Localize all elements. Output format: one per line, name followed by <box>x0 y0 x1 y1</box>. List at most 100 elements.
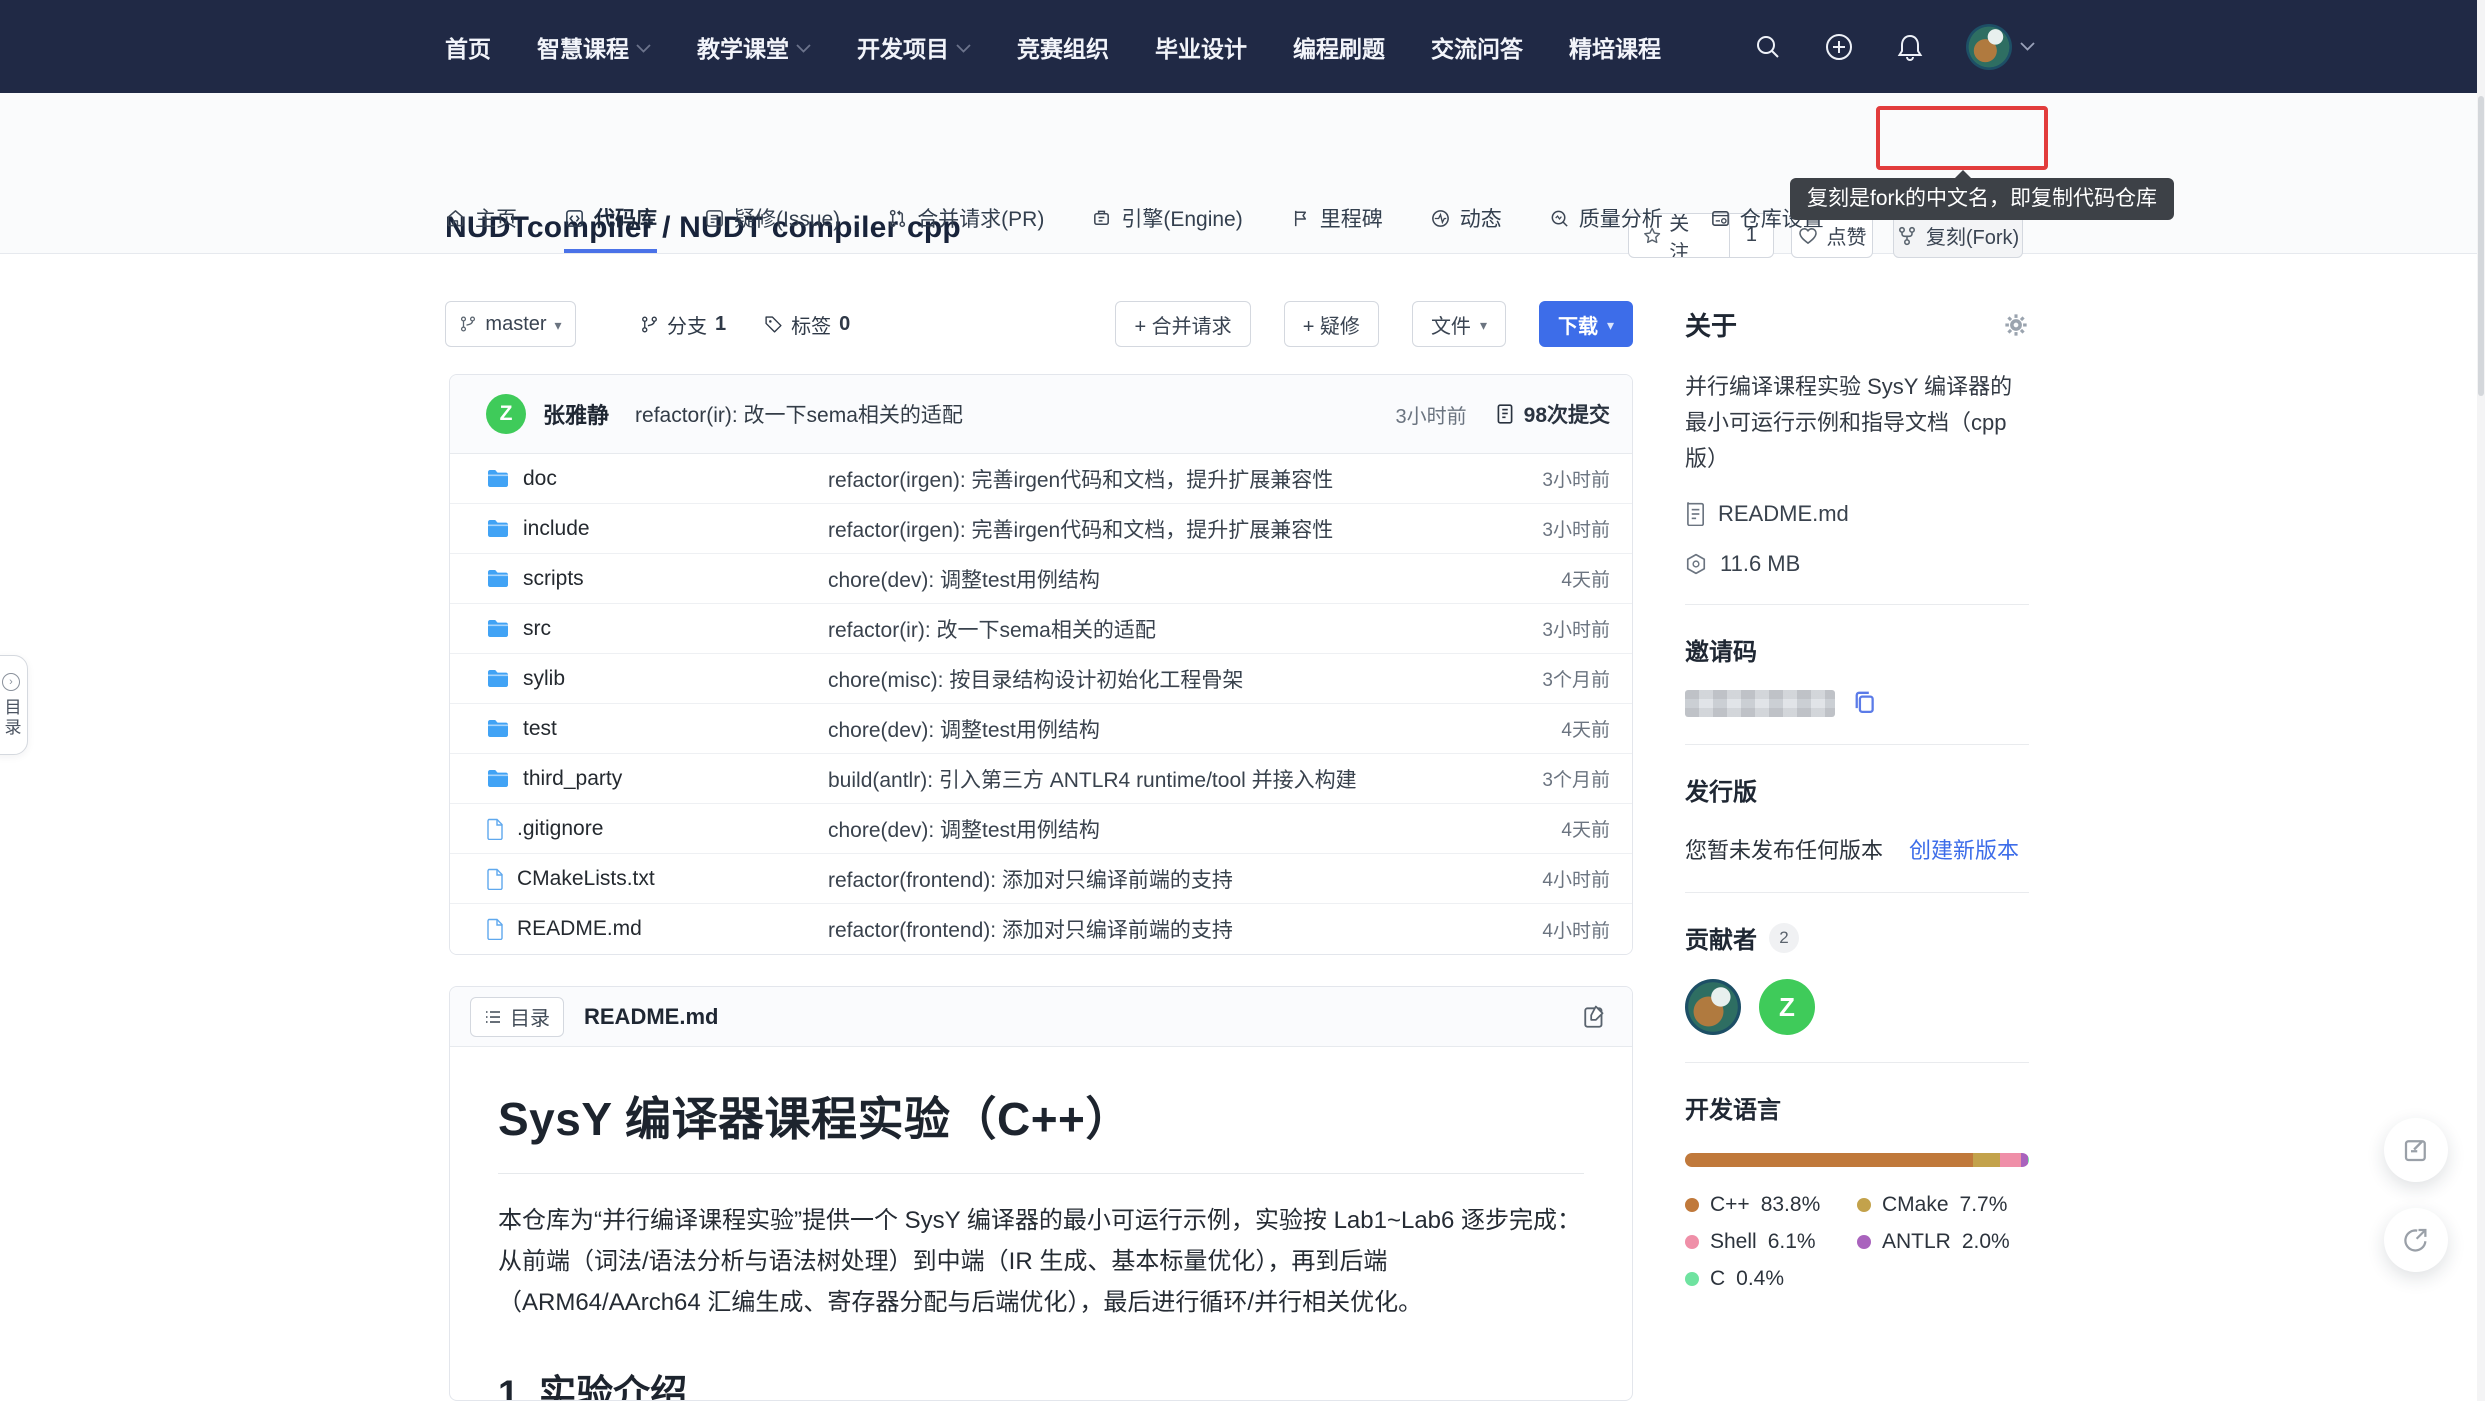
user-avatar[interactable] <box>1966 24 2012 70</box>
share-button[interactable] <box>2384 1208 2448 1272</box>
file-commit-message[interactable]: refactor(ir): 改一下sema相关的适配 <box>828 614 1156 644</box>
file-name[interactable]: .gitignore <box>517 817 603 841</box>
table-row[interactable]: test chore(dev): 调整test用例结构 4天前 <box>450 704 1632 754</box>
committer-avatar[interactable]: Z <box>486 394 526 434</box>
folder-icon <box>486 619 510 639</box>
top-navbar: 首页 智慧课程 教学课堂 开发项目 竞赛组织 毕业设计 编程刷题 交流问答 精培… <box>0 0 2485 93</box>
file-commit-message[interactable]: chore(misc): 按目录结构设计初始化工程骨架 <box>828 664 1243 694</box>
table-row[interactable]: include refactor(irgen): 完善irgen代码和文档，提升… <box>450 504 1632 554</box>
file-commit-message[interactable]: refactor(frontend): 添加对只编译前端的支持 <box>828 914 1233 944</box>
table-row[interactable]: README.md refactor(frontend): 添加对只编译前端的支… <box>450 904 1632 954</box>
search-icon[interactable] <box>1753 32 1783 62</box>
table-row[interactable]: doc refactor(irgen): 完善irgen代码和文档，提升扩展兼容… <box>450 454 1632 504</box>
avatar[interactable] <box>1685 979 1741 1035</box>
readme-paragraph: 从前端（词法/语法分析与语法树处理）到中端（IR 生成、基本标量优化），再到后端… <box>498 1241 1584 1323</box>
language-legend-item: ANTLR2.0% <box>1857 1230 2029 1254</box>
nav-item-teaching[interactable]: 教学课堂 <box>697 30 811 64</box>
readme-paragraph: 本仓库为“并行编译课程实验”提供一个 SysY 编译器的最小可运行示例，实验按 … <box>498 1200 1584 1241</box>
branch-icon <box>459 315 477 333</box>
file-time: 4天前 <box>1561 715 1610 742</box>
tab-issues[interactable]: 疑修(Issue) <box>704 203 840 253</box>
repo-tabs: 主页 代码库 疑修(Issue) 合并请求(PR) 引擎(Engine) 里程碑 <box>445 203 1824 253</box>
file-commit-message[interactable]: refactor(irgen): 完善irgen代码和文档，提升扩展兼容性 <box>828 464 1333 494</box>
user-menu[interactable] <box>1966 24 2035 70</box>
nav-item-smart-courses[interactable]: 智慧课程 <box>537 30 651 64</box>
gear-icon[interactable] <box>2003 312 2029 338</box>
table-row[interactable]: .gitignore chore(dev): 调整test用例结构 4天前 <box>450 804 1632 854</box>
scrollbar-thumb[interactable] <box>2478 96 2484 396</box>
contributors-count-badge: 2 <box>1769 923 1799 953</box>
chevron-down-icon: ▾ <box>1607 317 1614 334</box>
language-legend-item: Shell6.1% <box>1685 1230 1857 1254</box>
nav-item-graduation[interactable]: 毕业设计 <box>1155 30 1247 64</box>
releases-empty-text: 您暂未发布任何版本 <box>1685 833 1883 865</box>
nav-item-home[interactable]: 首页 <box>445 30 491 64</box>
repo-settings-icon <box>1710 208 1731 229</box>
table-row[interactable]: src refactor(ir): 改一下sema相关的适配 3小时前 <box>450 604 1632 654</box>
table-row[interactable]: third_party build(antlr): 引入第三方 ANTLR4 r… <box>450 754 1632 804</box>
tab-pull-requests[interactable]: 合并请求(PR) <box>887 203 1044 253</box>
nav-item-qa[interactable]: 交流问答 <box>1431 30 1523 64</box>
file-commit-message[interactable]: chore(dev): 调整test用例结构 <box>828 564 1100 594</box>
new-issue-button[interactable]: + 疑修 <box>1284 301 1379 347</box>
download-button[interactable]: 下载▾ <box>1539 301 1633 347</box>
commit-author[interactable]: 张雅静 <box>543 398 609 430</box>
file-name[interactable]: third_party <box>523 767 622 791</box>
file-name[interactable]: src <box>523 617 551 641</box>
table-row[interactable]: CMakeLists.txt refactor(frontend): 添加对只编… <box>450 854 1632 904</box>
toc-button[interactable]: 目录 <box>470 997 564 1037</box>
file-name[interactable]: scripts <box>523 567 584 591</box>
file-name[interactable]: doc <box>523 467 557 491</box>
file-time: 4小时前 <box>1542 916 1610 943</box>
file-menu-button[interactable]: 文件▾ <box>1412 301 1506 347</box>
feedback-button[interactable] <box>2384 1118 2448 1182</box>
table-row[interactable]: sylib chore(misc): 按目录结构设计初始化工程骨架 3个月前 <box>450 654 1632 704</box>
fork-tooltip: 复刻是fork的中文名，即复制代码仓库 <box>1790 178 2174 220</box>
table-row[interactable]: scripts chore(dev): 调整test用例结构 4天前 <box>450 554 1632 604</box>
branch-selector[interactable]: master ▾ <box>445 301 576 347</box>
commit-message[interactable]: refactor(ir): 改一下sema相关的适配 <box>635 399 963 429</box>
tab-quality[interactable]: 质量分析 <box>1549 203 1663 253</box>
file-name[interactable]: include <box>523 517 590 541</box>
file-name[interactable]: README.md <box>517 917 642 941</box>
latest-commit-bar: Z 张雅静 refactor(ir): 改一下sema相关的适配 3小时前 98… <box>450 375 1632 454</box>
tab-engine[interactable]: 引擎(Engine) <box>1091 203 1242 253</box>
edit-icon[interactable] <box>1582 1004 1608 1030</box>
tab-milestones[interactable]: 里程碑 <box>1290 203 1383 253</box>
file-time: 4天前 <box>1561 565 1610 592</box>
nav-item-training[interactable]: 精培课程 <box>1569 30 1661 64</box>
plus-circle-icon[interactable] <box>1824 32 1854 62</box>
new-pr-button[interactable]: + 合并请求 <box>1115 301 1250 347</box>
file-commit-message[interactable]: refactor(irgen): 完善irgen代码和文档，提升扩展兼容性 <box>828 514 1333 544</box>
toc-side-tab-label: 目录 <box>0 698 24 738</box>
nav-item-competitions[interactable]: 竞赛组织 <box>1017 30 1109 64</box>
tab-activity[interactable]: 动态 <box>1430 203 1502 253</box>
language-legend-item: C++83.8% <box>1685 1193 1857 1217</box>
tab-home[interactable]: 主页 <box>445 203 517 253</box>
file-commit-message[interactable]: chore(dev): 调整test用例结构 <box>828 714 1100 744</box>
nav-menu: 首页 智慧课程 教学课堂 开发项目 竞赛组织 毕业设计 编程刷题 交流问答 精培… <box>445 30 1661 64</box>
bell-icon[interactable] <box>1895 32 1925 62</box>
commits-history-icon <box>1495 403 1515 425</box>
branches-stat[interactable]: 分支1 <box>640 310 726 339</box>
tags-stat[interactable]: 标签0 <box>764 310 850 339</box>
toc-side-tab[interactable]: › 目录 <box>0 655 28 755</box>
tab-code[interactable]: 代码库 <box>564 203 657 253</box>
nav-item-coding-practice[interactable]: 编程刷题 <box>1293 30 1385 64</box>
quality-analysis-icon <box>1549 208 1570 229</box>
create-release-link[interactable]: 创建新版本 <box>1909 833 2019 865</box>
file-name[interactable]: sylib <box>523 667 565 691</box>
file-name[interactable]: CMakeLists.txt <box>517 867 655 891</box>
readme-link-row[interactable]: README.md <box>1685 501 2029 527</box>
file-name[interactable]: test <box>523 717 557 741</box>
file-commit-message[interactable]: chore(dev): 调整test用例结构 <box>828 814 1100 844</box>
file-commit-message[interactable]: refactor(frontend): 添加对只编译前端的支持 <box>828 864 1233 894</box>
fork-icon <box>1897 226 1917 246</box>
commits-count-link[interactable]: 98次提交 <box>1495 399 1610 429</box>
scrollbar-track[interactable] <box>2477 0 2485 1401</box>
nav-item-dev-projects[interactable]: 开发项目 <box>857 30 971 64</box>
avatar[interactable]: Z <box>1759 979 1815 1035</box>
copy-icon[interactable] <box>1851 689 1879 717</box>
about-title: 关于 <box>1685 306 1737 343</box>
file-commit-message[interactable]: build(antlr): 引入第三方 ANTLR4 runtime/tool … <box>828 764 1357 794</box>
